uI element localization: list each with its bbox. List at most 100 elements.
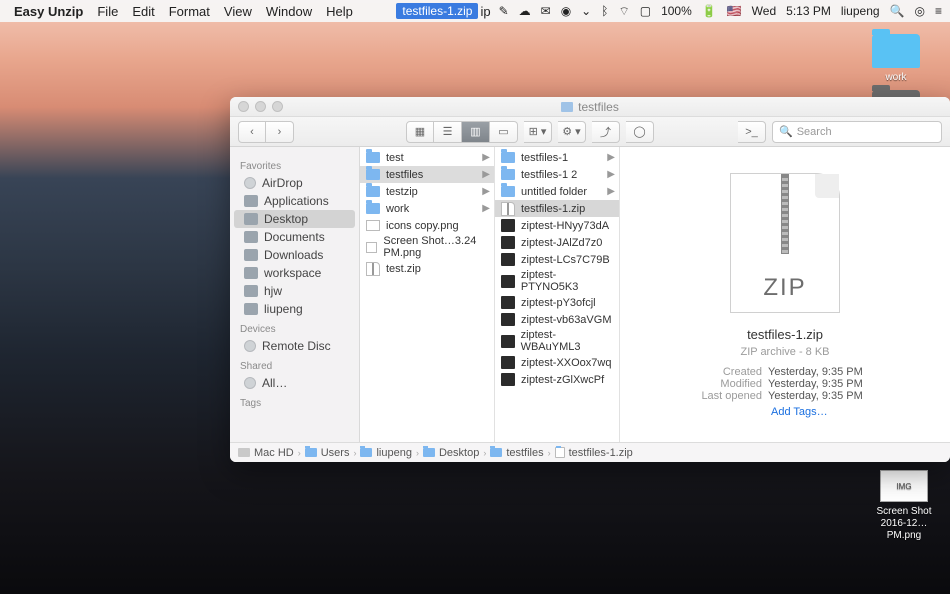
list-row[interactable]: work▶ xyxy=(360,200,494,217)
menu-view[interactable]: View xyxy=(224,4,252,19)
clock-time[interactable]: 5:13 PM xyxy=(786,4,831,18)
list-row[interactable]: ziptest-PTYNO5K3 xyxy=(495,268,619,294)
sidebar-downloads[interactable]: Downloads xyxy=(234,246,355,264)
bluetooth-icon[interactable]: ᛒ xyxy=(601,4,608,18)
back-button[interactable]: ‹ xyxy=(238,121,266,143)
notification-icon[interactable]: ≡ xyxy=(935,4,942,18)
list-row[interactable]: untitled folder▶ xyxy=(495,183,619,200)
folder-icon xyxy=(490,448,502,457)
row-label: testfiles-1 xyxy=(521,152,568,164)
sidebar-liupeng[interactable]: liupeng xyxy=(234,300,355,318)
list-row[interactable]: ziptest-HNyy73dA xyxy=(495,217,619,234)
zip-icon xyxy=(555,447,565,458)
exec-icon xyxy=(501,236,515,249)
preview-metadata: CreatedYesterday, 9:35 PM ModifiedYester… xyxy=(692,366,878,402)
sidebar-applications[interactable]: Applications xyxy=(234,192,355,210)
active-file-bubble[interactable]: testfiles-1.zip xyxy=(396,3,478,19)
sidebar-hjw[interactable]: hjw xyxy=(234,282,355,300)
menu-help[interactable]: Help xyxy=(326,4,353,19)
finder-toolbar: ‹ › ▦ ☰ ▥ ▭ ⊞ ▾ ⚙ ▾ ⤴ ◯ >_ 🔍 Search xyxy=(230,117,950,147)
list-row[interactable]: ziptest-WBAuYML3 xyxy=(495,328,619,354)
meta-val: Yesterday, 9:35 PM xyxy=(768,366,878,378)
title-folder-icon xyxy=(561,102,573,112)
close-button[interactable] xyxy=(238,101,249,112)
evernote-icon[interactable]: ✎ xyxy=(499,4,509,18)
sb-head-favorites: Favorites xyxy=(230,159,359,174)
list-row[interactable]: testfiles▶ xyxy=(360,166,494,183)
path-seg[interactable]: Users xyxy=(321,447,350,459)
path-seg[interactable]: Mac HD xyxy=(254,447,294,459)
user-icon[interactable]: ◉ xyxy=(561,4,571,18)
list-row[interactable]: testfiles-1.zip xyxy=(495,200,619,217)
list-row[interactable]: ziptest-XXOox7wq xyxy=(495,354,619,371)
menu-format[interactable]: Format xyxy=(169,4,210,19)
path-seg[interactable]: Desktop xyxy=(439,447,479,459)
desktop-icon xyxy=(244,213,258,225)
airplay-icon[interactable]: ▢ xyxy=(640,4,651,18)
list-row[interactable]: ziptest-vb63aVGM xyxy=(495,311,619,328)
sidebar-desktop[interactable]: Desktop xyxy=(234,210,355,228)
sidebar-remote-disc[interactable]: Remote Disc xyxy=(234,337,355,355)
battery-pct[interactable]: 100% xyxy=(661,4,692,18)
airdrop-icon xyxy=(244,177,256,189)
sb-head-devices: Devices xyxy=(230,322,359,337)
finder-sidebar: Favorites AirDrop Applications Desktop D… xyxy=(230,147,360,442)
menu-window[interactable]: Window xyxy=(266,4,312,19)
view-icons[interactable]: ▦ xyxy=(406,121,434,143)
list-row[interactable]: icons copy.png xyxy=(360,217,494,234)
action-button[interactable]: ⚙ ▾ xyxy=(558,121,586,143)
search-field[interactable]: 🔍 Search xyxy=(772,121,942,143)
list-row[interactable]: ziptest-LCs7C79B xyxy=(495,251,619,268)
list-row[interactable]: ziptest-pY3ofcjl xyxy=(495,294,619,311)
sidebar-item-label: hjw xyxy=(264,284,282,298)
cloud-icon[interactable]: ☁ xyxy=(519,4,531,18)
view-columns[interactable]: ▥ xyxy=(462,121,490,143)
view-gallery[interactable]: ▭ xyxy=(490,121,518,143)
list-row[interactable]: testfiles-1▶ xyxy=(495,149,619,166)
list-row[interactable]: test.zip xyxy=(360,260,494,277)
row-label: test xyxy=(386,152,404,164)
path-seg[interactable]: testfiles xyxy=(506,447,543,459)
view-list[interactable]: ☰ xyxy=(434,121,462,143)
siri-icon[interactable]: ◎ xyxy=(915,4,925,18)
minimize-button[interactable] xyxy=(255,101,266,112)
exec-icon xyxy=(501,356,515,369)
sidebar-documents[interactable]: Documents xyxy=(234,228,355,246)
spotlight-icon[interactable]: 🔍 xyxy=(890,4,905,18)
wifi-icon[interactable]: ⌔ xyxy=(618,4,629,19)
add-tags-link[interactable]: Add Tags… xyxy=(695,406,875,418)
path-seg[interactable]: testfiles-1.zip xyxy=(569,447,633,459)
sidebar-all[interactable]: All… xyxy=(234,374,355,392)
finder-titlebar[interactable]: testfiles xyxy=(230,97,950,117)
forward-button[interactable]: › xyxy=(266,121,294,143)
list-row[interactable]: Screen Shot…3.24 PM.png xyxy=(360,234,494,260)
dropdown-icon[interactable]: ⌄ xyxy=(581,4,591,18)
app-name[interactable]: Easy Unzip xyxy=(14,4,83,19)
sidebar-workspace[interactable]: workspace xyxy=(234,264,355,282)
exec-icon xyxy=(501,253,515,266)
list-row[interactable]: ziptest-JAlZd7z0 xyxy=(495,234,619,251)
path-button[interactable]: >_ xyxy=(738,121,766,143)
user-name[interactable]: liupeng xyxy=(841,4,880,18)
folder-icon xyxy=(244,267,258,279)
arrange-button[interactable]: ⊞ ▾ xyxy=(524,121,552,143)
chevron-right-icon: ▶ xyxy=(607,169,615,180)
share-button[interactable]: ⤴ xyxy=(592,121,620,143)
list-row[interactable]: test▶ xyxy=(360,149,494,166)
sidebar-airdrop[interactable]: AirDrop xyxy=(234,174,355,192)
list-row[interactable]: ziptest-zGlXwcPf xyxy=(495,371,619,388)
battery-icon[interactable]: 🔋 xyxy=(702,4,717,18)
desktop-folder-work[interactable]: work xyxy=(860,34,932,84)
sb-head-shared: Shared xyxy=(230,359,359,374)
zoom-button[interactable] xyxy=(272,101,283,112)
flag-icon[interactable]: 🇺🇸 xyxy=(727,4,742,18)
clock-day[interactable]: Wed xyxy=(752,4,776,18)
path-seg[interactable]: liupeng xyxy=(376,447,411,459)
list-row[interactable]: testzip▶ xyxy=(360,183,494,200)
tags-button[interactable]: ◯ xyxy=(626,121,654,143)
list-row[interactable]: testfiles-1 2▶ xyxy=(495,166,619,183)
menu-file[interactable]: File xyxy=(97,4,118,19)
menu-edit[interactable]: Edit xyxy=(132,4,154,19)
desktop-screenshot[interactable]: IMG Screen Shot 2016-12…PM.png xyxy=(868,470,940,542)
wechat-icon[interactable]: ✉ xyxy=(541,4,551,18)
